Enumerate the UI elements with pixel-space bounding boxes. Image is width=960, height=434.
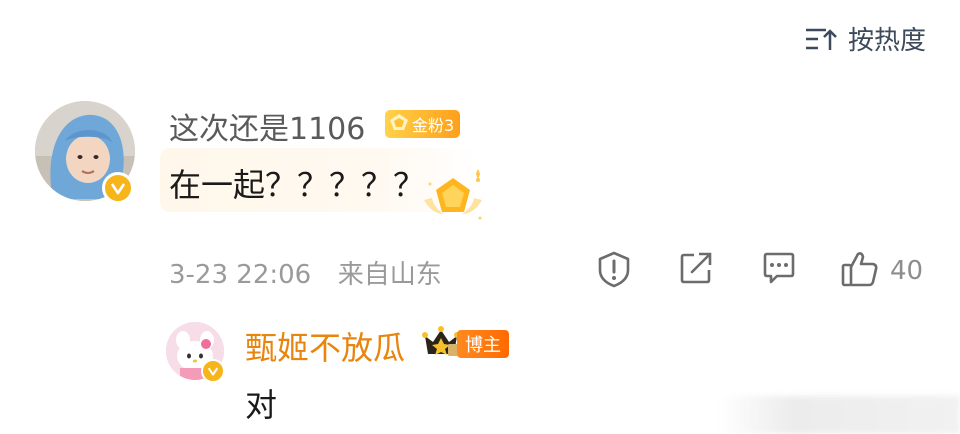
comment-username[interactable]: 这次还是1106: [169, 104, 365, 148]
share-button[interactable]: [678, 250, 714, 290]
like-button[interactable]: 40: [840, 250, 923, 292]
comment-date: 3-23 22:06: [169, 260, 312, 290]
report-button[interactable]: [596, 250, 632, 292]
sort-label: 按热度: [847, 26, 926, 56]
comment-icon: [761, 252, 797, 290]
verified-icon: [201, 359, 225, 383]
report-shield-icon: [596, 251, 632, 292]
verified-icon: [102, 172, 134, 204]
blogger-badge: 博主: [421, 326, 509, 362]
share-icon: [678, 252, 714, 290]
fan-badge-label: 金粉3: [412, 116, 455, 135]
sort-control[interactable]: 按热度: [804, 20, 926, 57]
comment-meta: 3-23 22:06 来自山东: [169, 254, 442, 291]
fan-medal-icon: [420, 168, 486, 228]
reply-username[interactable]: 甄姬不放瓜: [245, 323, 405, 369]
reply-button[interactable]: [761, 250, 797, 290]
fan-level-badge[interactable]: 金粉3: [385, 110, 461, 138]
sort-icon: [804, 26, 838, 52]
thumbs-up-icon: [840, 250, 880, 292]
diamond-icon: [389, 113, 409, 135]
blogger-tag: 博主: [457, 330, 509, 358]
comment-location: 来自山东: [337, 260, 442, 290]
like-count: 40: [890, 256, 924, 286]
comment-text[interactable]: 在一起？？？？？: [169, 160, 425, 206]
crown-icon: [421, 326, 461, 362]
blurred-overflow: [720, 396, 960, 434]
reply-text[interactable]: 对: [245, 380, 277, 426]
comment-thread: 按热度 这次还是1106 金粉3 在一起？？？？？ 3-23 22:06 来自山…: [0, 0, 960, 434]
